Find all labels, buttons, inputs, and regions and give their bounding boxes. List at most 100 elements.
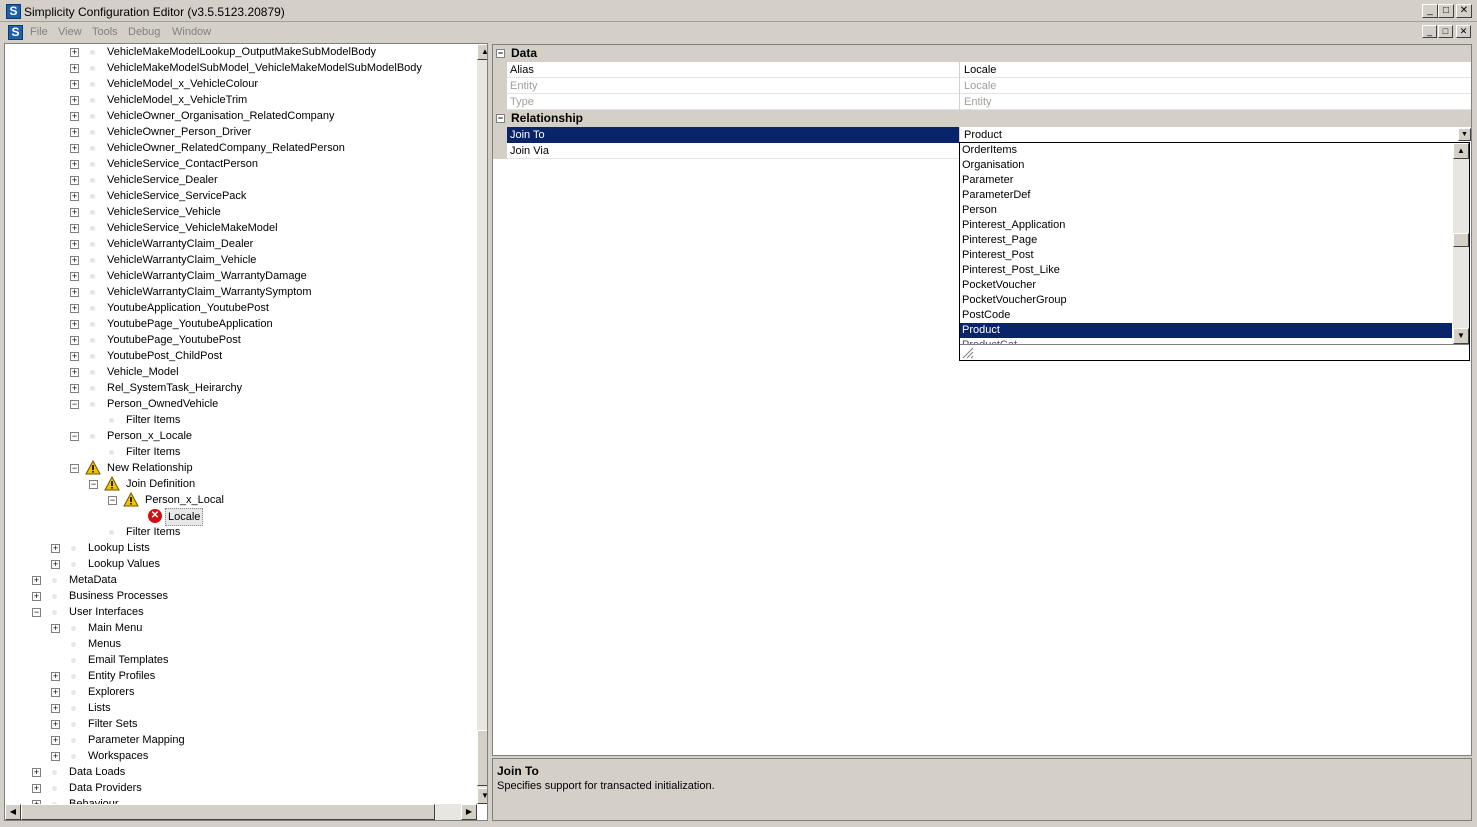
dropdown-item[interactable]: PocketVoucher (960, 278, 1452, 293)
tree-item[interactable]: Filter Items (5, 412, 475, 428)
maximize-button[interactable]: □ (1438, 4, 1454, 18)
tree-item[interactable]: + Workspaces (5, 748, 475, 764)
expand-icon[interactable]: + (70, 384, 79, 393)
tree-item[interactable]: + Explorers (5, 684, 475, 700)
dropdown-scrollbar[interactable]: ▲ ▼ (1453, 143, 1469, 344)
expand-icon[interactable]: + (32, 592, 41, 601)
tree-item[interactable]: + Lookup Values (5, 556, 475, 572)
expand-icon[interactable]: + (70, 368, 79, 377)
scroll-right-icon[interactable]: ▶ (461, 804, 477, 820)
expand-icon[interactable]: + (70, 192, 79, 201)
expand-icon[interactable]: + (70, 80, 79, 89)
scroll-down-icon[interactable]: ▼ (1453, 328, 1469, 344)
expand-icon[interactable]: + (51, 672, 60, 681)
expand-icon[interactable]: + (51, 704, 60, 713)
minimize-button[interactable]: _ (1422, 4, 1438, 18)
config-tree[interactable]: + VehicleMakeModelLookup_OutputMakeSubMod… (4, 43, 488, 821)
tree-item[interactable]: + Main Menu (5, 620, 475, 636)
tree-item[interactable]: + Lists (5, 700, 475, 716)
expand-icon[interactable]: + (70, 288, 79, 297)
tree-item[interactable]: + Data Providers (5, 780, 475, 796)
tree-item[interactable]: + VehicleService_ContactPerson (5, 156, 475, 172)
resize-grip-icon[interactable] (962, 347, 974, 359)
category-relationship[interactable]: − Relationship (493, 110, 1471, 127)
collapse-icon[interactable]: − (496, 49, 505, 58)
tree-item[interactable]: ✕ Locale (5, 508, 475, 526)
expand-icon[interactable]: + (70, 336, 79, 345)
tree-item[interactable]: + VehicleMakeModelLookup_OutputMakeSubMod… (5, 44, 475, 60)
expand-icon[interactable]: + (70, 64, 79, 73)
tree-item[interactable]: + Parameter Mapping (5, 732, 475, 748)
expand-icon[interactable]: + (51, 624, 60, 633)
expand-icon[interactable]: + (70, 352, 79, 361)
scroll-up-icon[interactable]: ▲ (1453, 143, 1469, 159)
tree-item[interactable]: + VehicleWarrantyClaim_Dealer (5, 236, 475, 252)
dropdown-item[interactable]: Pinterest_Page (960, 233, 1452, 248)
tree-item[interactable]: + VehicleOwner_RelatedCompany_RelatedPers… (5, 140, 475, 156)
resize-grip[interactable] (960, 344, 1469, 360)
expand-icon[interactable]: + (70, 240, 79, 249)
expand-icon[interactable]: + (70, 96, 79, 105)
tree-item[interactable]: Menus (5, 636, 475, 652)
tree-item[interactable]: + Lookup Lists (5, 540, 475, 556)
tree-vertical-scrollbar[interactable]: ▲ ▼ (477, 44, 487, 804)
expand-icon[interactable]: + (51, 544, 60, 553)
expand-icon[interactable]: + (51, 720, 60, 729)
tree-item[interactable]: + YoutubePage_YoutubePost (5, 332, 475, 348)
expand-icon[interactable]: + (70, 128, 79, 137)
menu-debug[interactable]: Debug (128, 26, 160, 38)
mdi-close-button[interactable]: ✕ (1456, 25, 1471, 38)
tree-item[interactable]: + MetaData (5, 572, 475, 588)
expand-icon[interactable]: + (70, 176, 79, 185)
tree-item[interactable]: + VehicleModel_x_VehicleColour (5, 76, 475, 92)
tree-item[interactable]: + VehicleWarrantyClaim_WarrantySymptom (5, 284, 475, 300)
tree-item[interactable]: + VehicleService_Vehicle (5, 204, 475, 220)
prop-value[interactable]: Product (961, 127, 1471, 143)
expand-icon[interactable]: + (70, 224, 79, 233)
scroll-up-icon[interactable]: ▲ (477, 44, 487, 60)
prop-value[interactable]: Locale (961, 62, 1471, 78)
collapse-icon[interactable]: − (70, 400, 79, 409)
expand-icon[interactable]: + (70, 48, 79, 57)
tree-item[interactable]: + VehicleService_VehicleMakeModel (5, 220, 475, 236)
dropdown-item[interactable]: Pinterest_Application (960, 218, 1452, 233)
collapse-icon[interactable]: − (32, 608, 41, 617)
hscroll-thumb[interactable] (21, 804, 435, 820)
menu-window[interactable]: Window (172, 26, 211, 38)
expand-icon[interactable]: + (70, 112, 79, 121)
expand-icon[interactable]: + (32, 768, 41, 777)
tree-item[interactable]: Filter Items (5, 524, 475, 540)
dropdown-item[interactable]: ParameterDef (960, 188, 1452, 203)
tree-item[interactable]: + Data Loads (5, 764, 475, 780)
tree-item[interactable]: + VehicleWarrantyClaim_WarrantyDamage (5, 268, 475, 284)
tree-item[interactable]: + VehicleService_Dealer (5, 172, 475, 188)
expand-icon[interactable]: + (32, 784, 41, 793)
document-icon[interactable]: S (8, 25, 23, 40)
expand-icon[interactable]: + (70, 320, 79, 329)
join-to-dropdown-list[interactable]: OrderItems Organisation Parameter Parameter… (959, 142, 1470, 361)
tree-item[interactable]: + VehicleOwner_Person_Driver (5, 124, 475, 140)
collapse-icon[interactable]: − (89, 480, 98, 489)
expand-icon[interactable]: + (70, 160, 79, 169)
mdi-minimize-button[interactable]: _ (1422, 25, 1437, 38)
scroll-thumb[interactable] (1453, 233, 1469, 247)
expand-icon[interactable]: + (51, 560, 60, 569)
dropdown-item[interactable]: Pinterest_Post (960, 248, 1452, 263)
tree-item[interactable]: + Filter Sets (5, 716, 475, 732)
prop-row-join-to[interactable]: Join To Product ▼ (493, 127, 1471, 143)
dropdown-item[interactable]: Organisation (960, 158, 1452, 173)
expand-icon[interactable]: + (70, 208, 79, 217)
expand-icon[interactable]: + (70, 304, 79, 313)
collapse-icon[interactable]: − (70, 464, 79, 473)
tree-item[interactable]: + VehicleModel_x_VehicleTrim (5, 92, 475, 108)
dropdown-item[interactable]: PocketVoucherGroup (960, 293, 1452, 308)
tree-item[interactable]: + VehicleMakeModelSubModel_VehicleMakeMod… (5, 60, 475, 76)
expand-icon[interactable]: + (70, 272, 79, 281)
expand-icon[interactable]: + (32, 576, 41, 585)
expand-icon[interactable]: + (70, 256, 79, 265)
close-button[interactable]: ✕ (1456, 4, 1472, 18)
dropdown-item[interactable]: OrderItems (960, 143, 1452, 158)
scroll-thumb[interactable] (477, 730, 487, 786)
expand-icon[interactable]: + (51, 736, 60, 745)
expand-icon[interactable]: + (51, 752, 60, 761)
